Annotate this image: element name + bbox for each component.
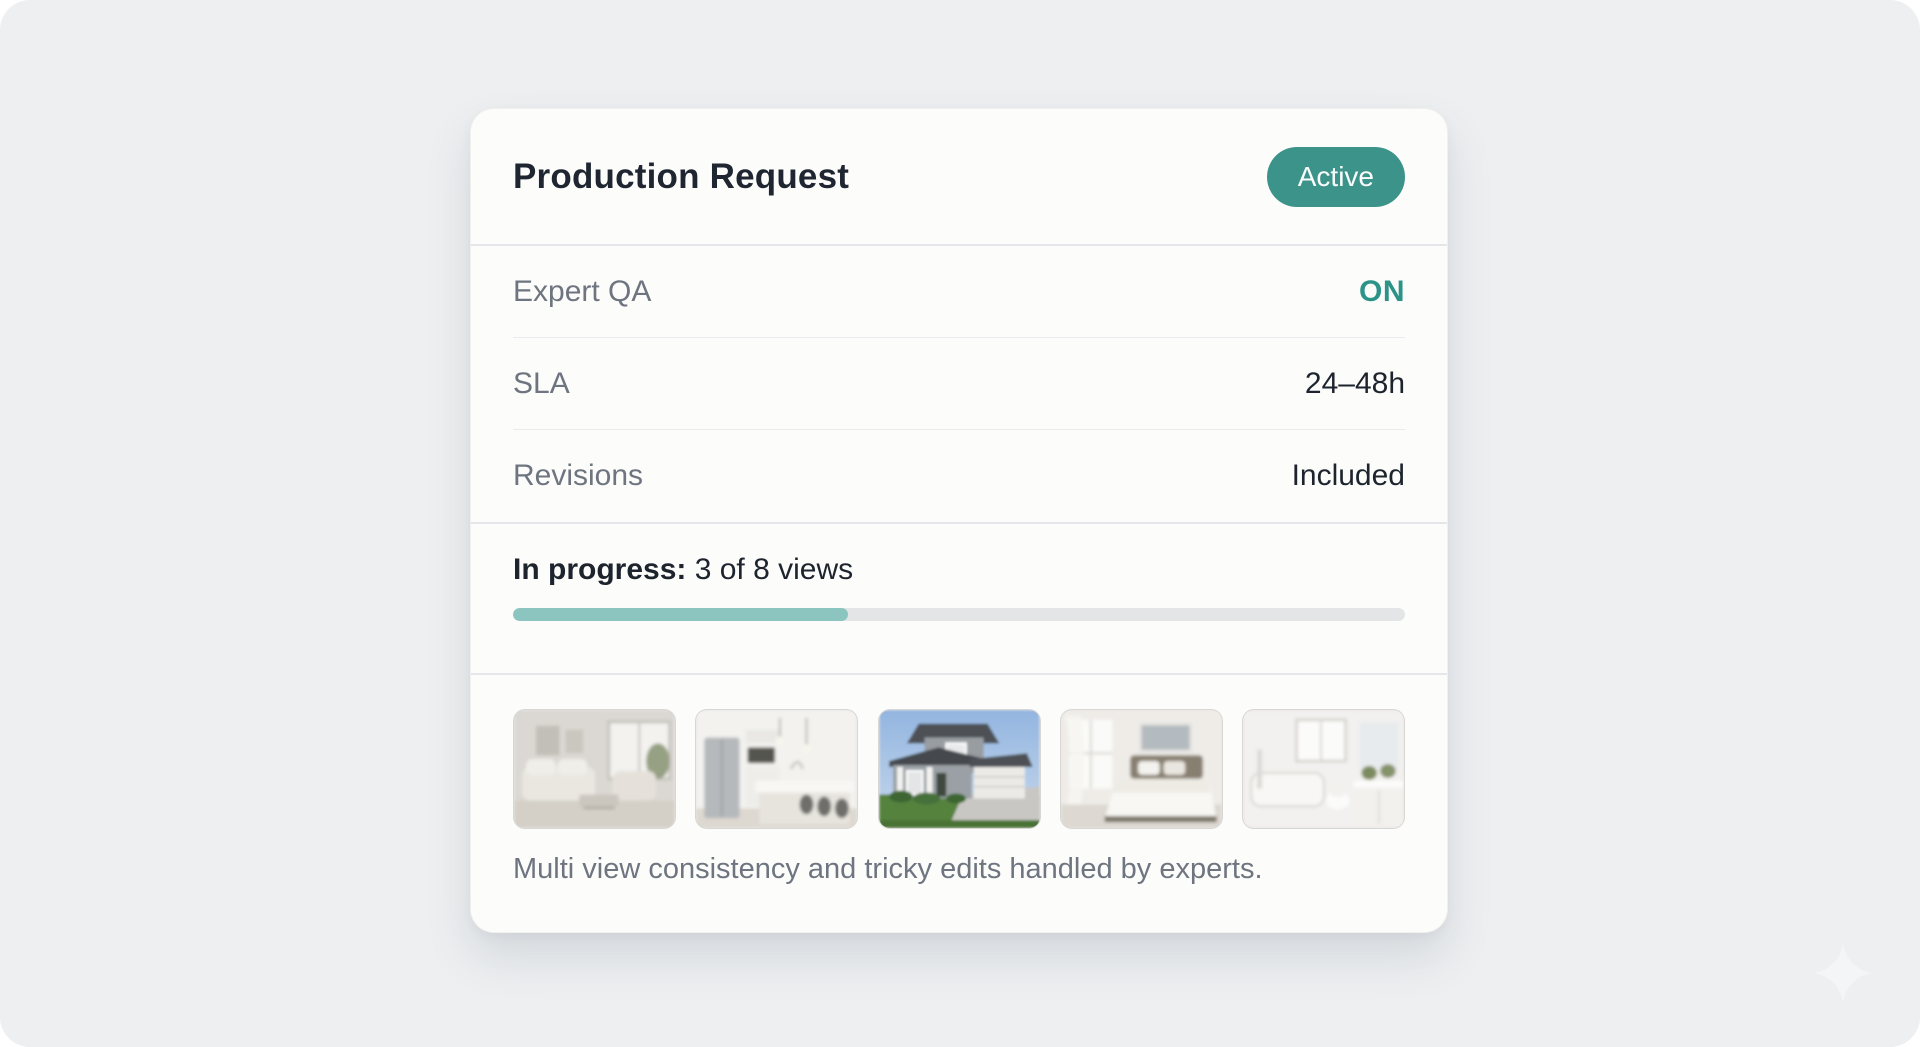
- detail-label: SLA: [513, 367, 570, 401]
- status-badge[interactable]: Active: [1267, 147, 1405, 207]
- living-room-photo: [514, 710, 675, 828]
- thumbnail-bathroom[interactable]: [1242, 709, 1405, 829]
- progress-bar-fill: [513, 608, 848, 621]
- progress-label-rest: 3 of 8 views: [695, 553, 853, 586]
- detail-row-expert-qa: Expert QA ON: [513, 246, 1405, 338]
- progress-label-strong: In progress:: [513, 553, 686, 586]
- detail-row-sla: SLA 24–48h: [513, 338, 1405, 430]
- thumbnail-row: [513, 709, 1405, 829]
- progress-bar-track: [513, 608, 1405, 621]
- bathroom-photo: [1243, 710, 1404, 828]
- detail-label: Expert QA: [513, 275, 651, 309]
- progress-section: In progress: 3 of 8 views: [471, 524, 1447, 675]
- thumbnail-living-room[interactable]: [513, 709, 676, 829]
- detail-value: Included: [1292, 459, 1405, 493]
- kitchen-photo: [696, 710, 857, 828]
- caption-text: Multi view consistency and tricky edits …: [513, 853, 1405, 886]
- thumbnails-section: Multi view consistency and tricky edits …: [471, 675, 1447, 886]
- details-list: Expert QA ON SLA 24–48h Revisions Includ…: [471, 246, 1447, 524]
- detail-label: Revisions: [513, 459, 643, 493]
- thumbnail-kitchen[interactable]: [695, 709, 858, 829]
- detail-row-revisions: Revisions Included: [513, 430, 1405, 522]
- detail-value: 24–48h: [1305, 367, 1405, 401]
- thumbnail-house-exterior[interactable]: [878, 709, 1041, 829]
- card-header: Production Request Active: [471, 109, 1447, 246]
- page-title: Production Request: [513, 157, 849, 197]
- production-request-card: Production Request Active Expert QA ON S…: [470, 108, 1448, 933]
- detail-value: ON: [1359, 275, 1405, 309]
- bedroom-photo: [1061, 710, 1222, 828]
- thumbnail-bedroom[interactable]: [1060, 709, 1223, 829]
- sparkle-watermark: [1812, 942, 1874, 1004]
- house-exterior-photo: [879, 710, 1040, 828]
- progress-label: In progress: 3 of 8 views: [513, 549, 1405, 591]
